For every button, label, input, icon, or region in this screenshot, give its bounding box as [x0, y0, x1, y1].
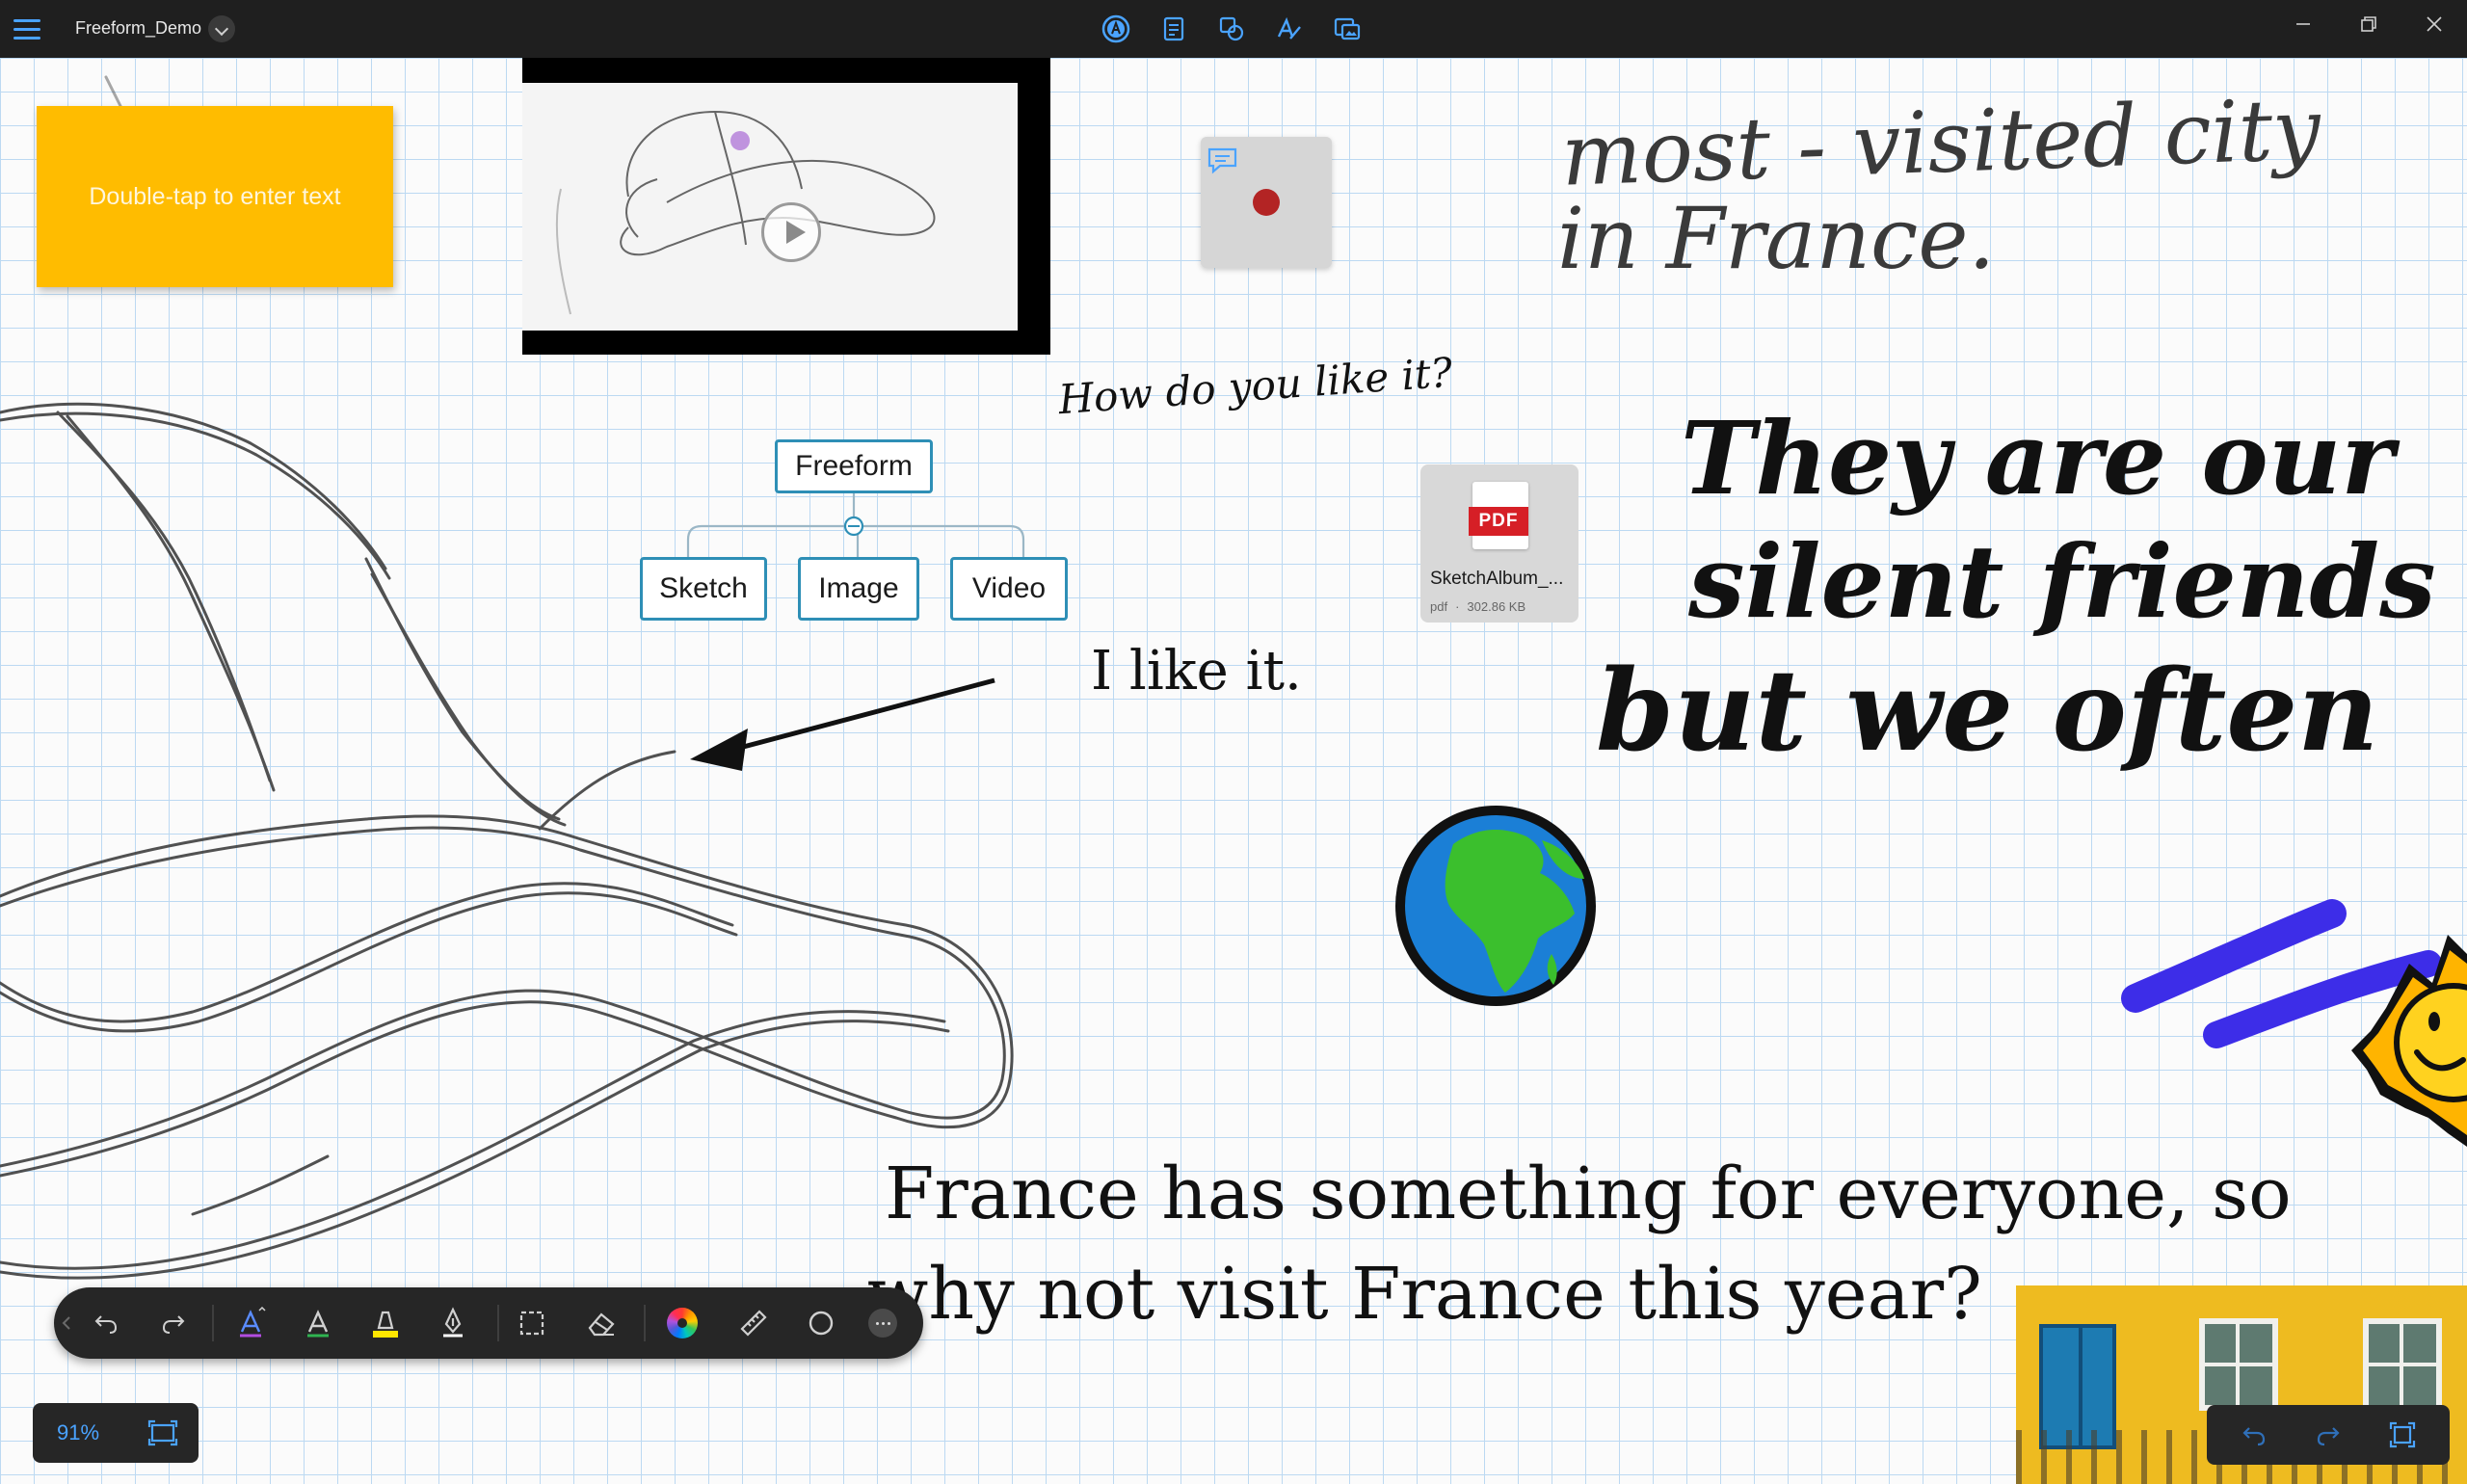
mindmap-node-sketch[interactable]: Sketch — [640, 557, 767, 621]
pen-icon[interactable] — [227, 1300, 274, 1346]
handwriting-bottom-line-1[interactable]: France has something for everyone, so — [885, 1153, 2292, 1235]
shape-circle-icon[interactable] — [798, 1300, 844, 1346]
handwriting-big-line-2[interactable]: silent friends — [1688, 522, 2436, 641]
mindmap-node-image[interactable]: Image — [798, 557, 919, 621]
undo-icon[interactable] — [2233, 1414, 2275, 1456]
insert-media-icon[interactable] — [1330, 12, 1365, 46]
top-tool-bar — [1099, 12, 1365, 46]
handwriting-answer[interactable]: I like it. — [1091, 640, 1302, 702]
mindmap-node-video[interactable]: Video — [950, 557, 1068, 621]
restore-icon[interactable] — [2336, 0, 2401, 48]
highlighter-icon[interactable] — [362, 1300, 409, 1346]
toolbar-separator — [497, 1305, 499, 1341]
collapse-icon[interactable] — [54, 1300, 79, 1346]
photo-window-left — [2199, 1318, 2278, 1411]
zoom-controls: 91% — [33, 1403, 199, 1463]
eraser-icon[interactable] — [578, 1300, 624, 1346]
undo-icon[interactable] — [83, 1300, 129, 1346]
notes-icon[interactable] — [1156, 12, 1191, 46]
minimize-icon[interactable] — [2270, 0, 2336, 48]
more-icon[interactable] — [860, 1300, 906, 1346]
handwriting-big-line-1[interactable]: They are our — [1681, 399, 2394, 517]
video-thumbnail — [522, 83, 1018, 331]
pdf-badge: PDF — [1469, 507, 1528, 536]
freeform-canvas[interactable]: Double-tap to enter text Freeform Sketch… — [0, 58, 2467, 1484]
hamburger-menu-icon[interactable] — [13, 13, 44, 44]
close-icon[interactable] — [2401, 0, 2467, 48]
pdf-file-name: SketchAlbum_... — [1430, 569, 1564, 589]
sticky-note[interactable]: Double-tap to enter text — [37, 106, 393, 287]
select-all-icon[interactable] — [2381, 1414, 2424, 1456]
handwriting-icon[interactable] — [1272, 12, 1307, 46]
voice-note-icon — [1207, 147, 1237, 174]
audio-recording[interactable] — [1201, 137, 1332, 268]
zoom-level[interactable]: 91% — [40, 1415, 116, 1451]
pdf-file-type: pdf — [1430, 599, 1448, 614]
lasso-select-icon[interactable] — [509, 1300, 555, 1346]
play-icon[interactable] — [761, 202, 821, 262]
pdf-file-meta: pdf · 302.86 KB — [1430, 599, 1525, 614]
app-window: Freeform_Demo Double-tap to enter text F… — [0, 0, 2467, 1484]
ink-toolbar — [54, 1287, 923, 1359]
video-clip[interactable] — [522, 58, 1050, 355]
history-controls — [2207, 1405, 2450, 1465]
handwriting-big-line-3[interactable]: but we often — [1596, 646, 2378, 777]
ruler-icon[interactable] — [730, 1300, 777, 1346]
handwriting-bottom-line-2[interactable]: why not visit France this year? — [867, 1253, 1982, 1336]
color-wheel-icon[interactable] — [659, 1300, 705, 1346]
photo-window-right — [2363, 1318, 2442, 1411]
document-title[interactable]: Freeform_Demo — [75, 18, 201, 39]
pdf-meta-separator: · — [1455, 599, 1460, 614]
record-icon[interactable] — [1253, 189, 1280, 216]
title-dropdown-chevron-down-icon[interactable] — [208, 15, 235, 42]
fit-to-screen-icon[interactable] — [141, 1413, 185, 1453]
title-bar: Freeform_Demo — [0, 0, 2467, 58]
cap-sketch-thumbnail — [555, 110, 936, 315]
shapes-icon[interactable] — [1214, 12, 1249, 46]
fountain-pen-icon[interactable] — [430, 1300, 476, 1346]
mindmap-root-node[interactable]: Freeform — [775, 439, 933, 493]
redo-icon[interactable] — [2307, 1414, 2349, 1456]
window-controls — [2270, 0, 2467, 48]
text-pen-icon[interactable] — [1099, 12, 1133, 46]
pdf-attachment[interactable]: PDF SketchAlbum_... pdf · 302.86 KB — [1420, 464, 1578, 623]
toolbar-separator — [644, 1305, 646, 1341]
pdf-file-size: 302.86 KB — [1467, 599, 1526, 614]
redo-icon[interactable] — [150, 1300, 197, 1346]
globe-icon — [1395, 806, 1596, 1006]
handwriting-in-france[interactable]: in France. — [1557, 189, 1995, 288]
pen-green-icon[interactable] — [295, 1300, 341, 1346]
toolbar-separator — [212, 1305, 214, 1341]
